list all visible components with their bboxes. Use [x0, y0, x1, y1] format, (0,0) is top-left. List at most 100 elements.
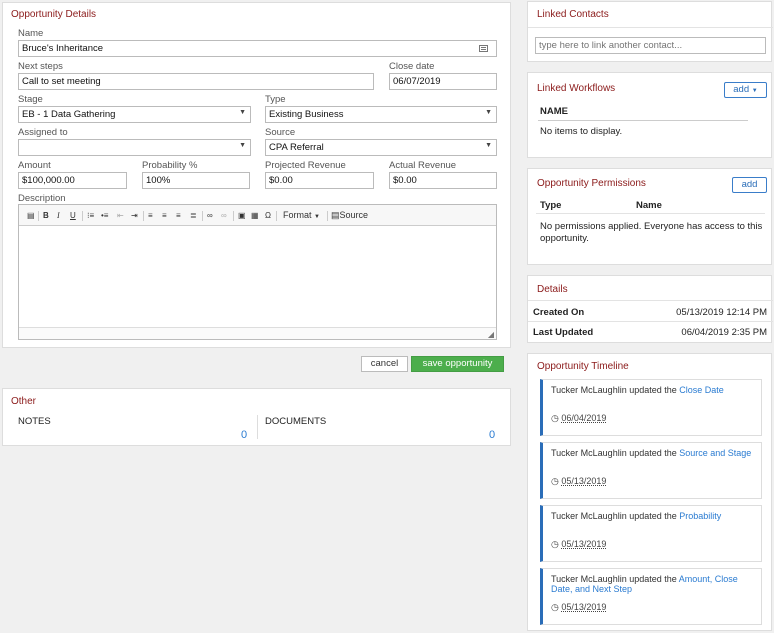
name-input[interactable]: Bruce's Inheritance — [18, 40, 497, 57]
indent-icon[interactable]: ⇥ — [131, 211, 138, 220]
close-date-input[interactable]: 06/07/2019 — [389, 73, 497, 90]
unlink-icon[interactable]: ∞ — [221, 211, 227, 220]
source-label: Source — [265, 127, 296, 138]
clock-icon: ◷ — [551, 539, 559, 549]
contact-card-icon[interactable] — [479, 45, 488, 52]
add-workflow-button[interactable]: add ▼ — [724, 82, 767, 98]
timeline-entry-date: ◷ 06/04/2019 — [551, 413, 606, 424]
created-on-value: 05/13/2019 12:14 PM — [676, 307, 767, 318]
caret-down-icon: ▼ — [239, 142, 246, 149]
projected-revenue-value: $0.00 — [269, 175, 293, 186]
align-justify-icon[interactable]: ≣ — [190, 211, 197, 220]
toolbar-separator — [38, 211, 39, 221]
opportunity-details-panel: Opportunity Details Name Bruce's Inherit… — [2, 2, 511, 348]
source-code-icon: ▤ — [331, 210, 340, 220]
bold-icon[interactable]: B — [43, 211, 49, 220]
toolbar-separator — [233, 211, 234, 221]
type-select[interactable]: Existing Business ▼ — [265, 106, 497, 123]
permissions-message: No permissions applied. Everyone has acc… — [540, 221, 763, 244]
permission-type-column: Type — [540, 200, 562, 211]
image-icon[interactable]: ▣ — [238, 211, 246, 220]
created-on-label: Created On — [533, 307, 585, 318]
link-contact-input[interactable] — [535, 37, 766, 54]
timeline-date-value: 05/13/2019 — [561, 602, 607, 612]
timeline-date-value: 05/13/2019 — [561, 539, 607, 549]
divider — [528, 300, 773, 301]
align-right-icon[interactable]: ≡ — [176, 211, 181, 220]
resize-handle-icon[interactable]: ◢ — [488, 330, 494, 339]
special-char-icon[interactable]: Ω — [265, 211, 271, 220]
assigned-select[interactable]: ▼ — [18, 139, 251, 156]
description-editor: ▤ B I U ⁝≡ •≡ ⇤ ⇥ ≡ ≡ ≡ ≣ ∞ ∞ ▣ ▦ Ω Form… — [18, 204, 497, 340]
source-select[interactable]: CPA Referral ▼ — [265, 139, 497, 156]
divider — [528, 321, 773, 322]
projected-revenue-input[interactable]: $0.00 — [265, 172, 374, 189]
link-icon[interactable]: ∞ — [207, 211, 213, 220]
documents-count[interactable]: 0 — [489, 429, 495, 441]
format-label: Format — [283, 210, 312, 220]
underline-icon[interactable]: U — [70, 211, 76, 220]
last-updated-label: Last Updated — [533, 327, 594, 338]
format-dropdown[interactable]: Format ▼ — [283, 210, 320, 220]
permissions-title: Opportunity Permissions — [537, 178, 646, 189]
divider — [538, 120, 748, 121]
documents-label: DOCUMENTS — [265, 416, 327, 427]
amount-label: Amount — [18, 160, 51, 171]
type-value: Existing Business — [269, 109, 344, 120]
clock-icon: ◷ — [551, 476, 559, 486]
amount-input[interactable]: $100,000.00 — [18, 172, 127, 189]
italic-icon[interactable]: I — [57, 211, 60, 220]
numbered-list-icon[interactable]: ⁝≡ — [87, 211, 94, 220]
timeline-entry-text: Tucker McLaughlin updated the Close Date — [551, 385, 753, 395]
timeline-entry-prefix: Tucker McLaughlin updated the — [551, 574, 679, 584]
linked-contacts-title: Linked Contacts — [537, 9, 609, 20]
next-steps-input[interactable]: Call to set meeting — [18, 73, 374, 90]
timeline-entry-prefix: Tucker McLaughlin updated the — [551, 448, 680, 458]
align-left-icon[interactable]: ≡ — [148, 211, 153, 220]
notes-label: NOTES — [18, 416, 51, 427]
actual-revenue-input[interactable]: $0.00 — [389, 172, 497, 189]
column-divider — [257, 415, 258, 439]
notes-count[interactable]: 0 — [241, 429, 247, 441]
stage-value: EB - 1 Data Gathering — [22, 109, 116, 120]
probability-input[interactable]: 100% — [142, 172, 250, 189]
projected-revenue-label: Projected Revenue — [265, 160, 346, 171]
other-title: Other — [11, 396, 37, 407]
outdent-icon[interactable]: ⇤ — [117, 211, 124, 220]
toolbar-separator — [327, 211, 328, 221]
close-date-value: 06/07/2019 — [393, 76, 441, 87]
caret-down-icon: ▼ — [314, 214, 320, 220]
timeline-entry: Tucker McLaughlin updated the Amount, Cl… — [540, 568, 762, 625]
timeline-date-value: 06/04/2019 — [561, 413, 607, 423]
source-button[interactable]: ▤Source — [331, 210, 368, 221]
permission-name-column: Name — [636, 200, 662, 211]
table-icon[interactable]: ▦ — [251, 211, 259, 220]
bulleted-list-icon[interactable]: •≡ — [101, 211, 108, 220]
cancel-button[interactable]: cancel — [361, 356, 408, 372]
other-panel: Other NOTES 0 DOCUMENTS 0 — [2, 388, 511, 446]
stage-select[interactable]: EB - 1 Data Gathering ▼ — [18, 106, 251, 123]
timeline-entry-text: Tucker McLaughlin updated the Probabilit… — [551, 511, 753, 521]
timeline-entry-link[interactable]: Close Date — [679, 385, 724, 395]
timeline-entry-link[interactable]: Source and Stage — [679, 448, 751, 458]
timeline-entry: Tucker McLaughlin updated the Probabilit… — [540, 505, 762, 562]
caret-down-icon: ▼ — [485, 109, 492, 116]
type-label: Type — [265, 94, 286, 105]
clock-icon: ◷ — [551, 413, 559, 423]
clock-icon: ◷ — [551, 602, 559, 612]
next-steps-value: Call to set meeting — [22, 76, 101, 87]
source-label: Source — [339, 210, 369, 220]
timeline-entry-date: ◷ 05/13/2019 — [551, 476, 606, 487]
toolbar-separator — [143, 211, 144, 221]
add-workflow-label: add — [733, 84, 750, 95]
timeline-entry-link[interactable]: Probability — [679, 511, 721, 521]
editor-statusbar: ◢ — [19, 327, 496, 339]
save-opportunity-button[interactable]: save opportunity — [411, 356, 504, 372]
toolbar-separator — [276, 211, 277, 221]
divider — [536, 213, 765, 214]
add-permission-button[interactable]: add — [732, 177, 767, 193]
templates-icon[interactable]: ▤ — [27, 211, 35, 220]
align-center-icon[interactable]: ≡ — [162, 211, 167, 220]
editor-content-area[interactable] — [19, 227, 496, 326]
amount-value: $100,000.00 — [22, 175, 75, 186]
